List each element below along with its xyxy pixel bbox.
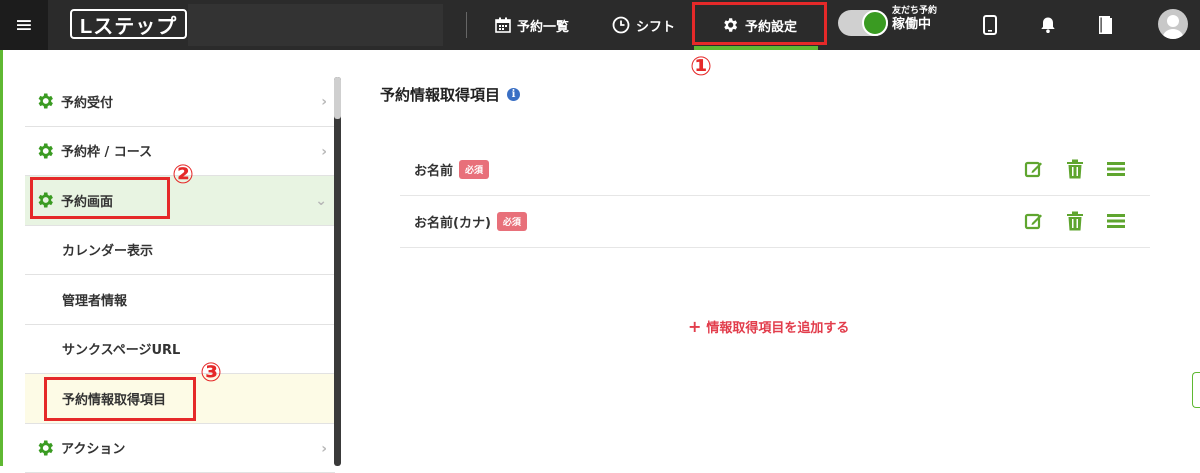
chevron-right-icon: › [321,441,327,457]
logo-text: Lステップ [70,9,187,39]
toggle-state-label: 稼働中 [892,17,937,33]
bell-icon[interactable] [1036,13,1060,37]
required-badge: 必須 [459,160,489,179]
toggle-knob [862,10,888,36]
edit-icon[interactable] [1024,211,1044,231]
callout-3: ③ [200,360,222,386]
avatar-icon[interactable] [1158,9,1188,39]
nav-shift-label: シフト [636,16,675,35]
list-item: お名前 必須 [400,144,1150,196]
row-actions [1024,159,1126,179]
toggle-status: 友だち予約 稼働中 [892,6,937,32]
sidebar-item-label: 管理者情報 [62,290,127,309]
sidebar-scrollbar[interactable] [334,77,341,466]
required-badge: 必須 [497,212,527,231]
sidebar-subitem-admin-info[interactable]: 管理者情報 [25,275,335,325]
sidebar-item-label: カレンダー表示 [62,240,153,259]
page-title-text: 予約情報取得項目 [380,84,500,105]
info-field-list: お名前 必須 お名前(カナ) 必須 [400,144,1150,248]
top-bar: ≡ Lステップ ® 予約一覧 シフト 予約設定 友だち予約 稼働中 [0,0,1200,50]
chevron-right-icon: › [321,144,327,160]
field-label: お名前 [414,160,453,179]
header-divider [466,12,467,38]
phone-icon[interactable] [978,13,1002,37]
sidebar-item-label: アクション [61,438,125,457]
field-label: お名前(カナ) [414,212,491,231]
nav-shift[interactable]: シフト [612,0,675,50]
sidebar-item-label: 予約受付 [61,92,113,111]
info-icon[interactable]: i [507,88,520,101]
left-accent-stripe [0,50,3,466]
trash-icon[interactable] [1065,211,1085,231]
friend-reservation-toggle[interactable] [838,10,888,36]
callout-2: ② [172,162,194,188]
chevron-right-icon: › [321,94,327,110]
app-logo[interactable]: Lステップ ® [70,7,197,41]
gear-icon [35,141,55,161]
sidebar-subitem-thanks-page-url[interactable]: サンクスページURL [25,325,335,375]
hamburger-icon[interactable]: ≡ [0,0,48,50]
book-icon[interactable] [1093,13,1117,37]
sidebar-item-label: 予約枠 / コース [61,141,152,160]
sidebar-subitem-calendar-display[interactable]: カレンダー表示 [25,226,335,276]
add-info-field-link[interactable]: + 情報取得項目を追加する [688,317,849,336]
header-blank-area [188,4,443,46]
plus-icon: + [688,317,701,336]
drag-handle-icon[interactable] [1106,211,1126,231]
add-info-field-label: 情報取得項目を追加する [706,317,849,336]
clock-icon [612,16,630,34]
highlight-box-3 [44,377,196,421]
highlight-box-2 [30,177,170,219]
highlight-box-1 [692,2,827,45]
scrollbar-thumb[interactable] [334,77,341,119]
row-actions [1024,211,1126,231]
edit-icon[interactable] [1024,159,1044,179]
gear-icon [35,438,55,458]
gear-icon [35,91,55,111]
active-nav-indicator [694,46,818,50]
list-item: お名前(カナ) 必須 [400,196,1150,248]
sidebar-item-reservation-accept[interactable]: 予約受付 › [25,77,335,127]
nav-reservation-list-label: 予約一覧 [517,16,569,35]
chevron-down-icon: ⌄ [315,193,327,209]
toggle-top-label: 友だち予約 [892,6,937,17]
nav-reservation-list[interactable]: 予約一覧 [495,0,569,50]
side-widget-tab[interactable] [1192,372,1200,408]
callout-1: ① [690,54,712,80]
calendar-icon [495,17,511,33]
sidebar-item-label: サンクスページURL [62,339,180,358]
drag-handle-icon[interactable] [1106,159,1126,179]
page-title: 予約情報取得項目 i [380,84,520,105]
trash-icon[interactable] [1065,159,1085,179]
